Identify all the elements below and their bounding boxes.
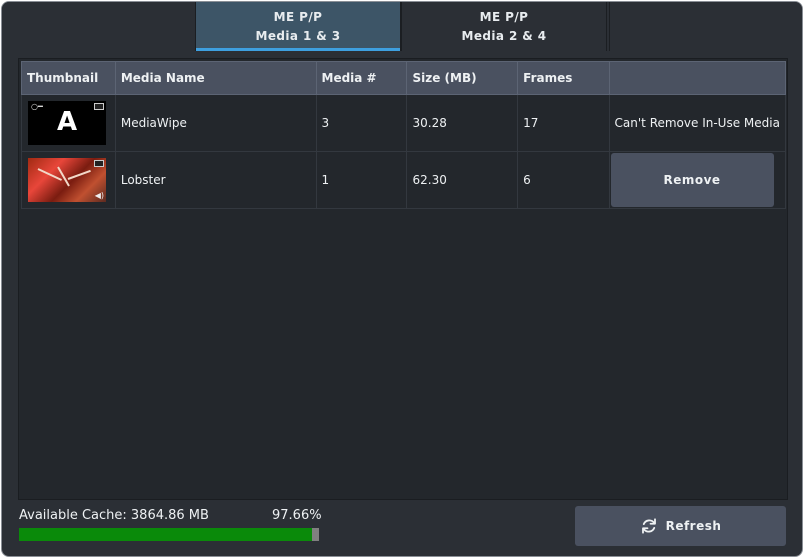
media-size: 30.28 bbox=[406, 94, 519, 152]
clip-badge-icon bbox=[94, 160, 104, 167]
tab-bar: ME P/P Media 1 & 3 ME P/P Media 2 & 4 bbox=[2, 2, 802, 51]
media-manager-window: ME P/P Media 1 & 3 ME P/P Media 2 & 4 Th… bbox=[1, 1, 803, 557]
media-number: 3 bbox=[315, 94, 408, 152]
cache-progress-fill bbox=[19, 528, 312, 541]
tab-title: ME P/P bbox=[273, 9, 323, 24]
refresh-label: Refresh bbox=[665, 519, 722, 533]
header-media-name: Media Name bbox=[114, 61, 317, 95]
media-name: MediaWipe bbox=[114, 94, 317, 152]
media-table: Thumbnail Media Name Media # Size (MB) F… bbox=[21, 61, 787, 209]
media-name: Lobster bbox=[114, 151, 317, 209]
table-row: ○━ A MediaWipe 3 30.28 17 Can't Remove I… bbox=[21, 94, 787, 152]
header-action bbox=[608, 61, 787, 95]
tab-subtitle: Media 1 & 3 bbox=[255, 28, 341, 43]
remove-button[interactable]: Remove bbox=[610, 153, 774, 207]
media-size: 62.30 bbox=[406, 151, 519, 209]
header-thumbnail: Thumbnail bbox=[21, 61, 116, 95]
cache-percent: 97.66% bbox=[272, 508, 322, 523]
media-frames: 17 bbox=[517, 94, 610, 152]
cache-progress-bar bbox=[19, 528, 319, 541]
header-frames: Frames bbox=[517, 61, 610, 95]
tab-empty bbox=[609, 2, 802, 51]
mediawipe-thumbnail: ○━ A bbox=[28, 101, 106, 145]
header-media-number: Media # bbox=[315, 61, 408, 95]
media-table-panel: Thumbnail Media Name Media # Size (MB) F… bbox=[18, 58, 788, 500]
tab-subtitle: Media 2 & 4 bbox=[461, 28, 547, 43]
tab-title: ME P/P bbox=[479, 9, 529, 24]
table-header-row: Thumbnail Media Name Media # Size (MB) F… bbox=[21, 61, 787, 95]
refresh-button[interactable]: Refresh bbox=[575, 506, 786, 546]
action-cell: Remove bbox=[608, 151, 787, 209]
thumbnail-letter: A bbox=[56, 107, 78, 137]
speaker-icon: ◀) bbox=[94, 191, 104, 200]
media-frames: 6 bbox=[517, 151, 610, 209]
tab-media-1-3[interactable]: ME P/P Media 1 & 3 bbox=[195, 2, 401, 51]
available-cache-label: Available Cache: 3864.86 MB bbox=[19, 508, 209, 523]
thumbnail-cell: ◀) bbox=[21, 151, 116, 209]
thumbnail-cell: ○━ A bbox=[21, 94, 116, 152]
tab-media-2-4[interactable]: ME P/P Media 2 & 4 bbox=[401, 2, 607, 51]
media-number: 1 bbox=[315, 151, 408, 209]
table-row: ◀) Lobster 1 62.30 6 Remove bbox=[21, 151, 787, 209]
lobster-thumbnail: ◀) bbox=[28, 158, 106, 202]
refresh-icon bbox=[641, 518, 656, 534]
header-size: Size (MB) bbox=[406, 61, 519, 95]
cannot-remove-text: Can't Remove In-Use Media bbox=[608, 94, 787, 152]
